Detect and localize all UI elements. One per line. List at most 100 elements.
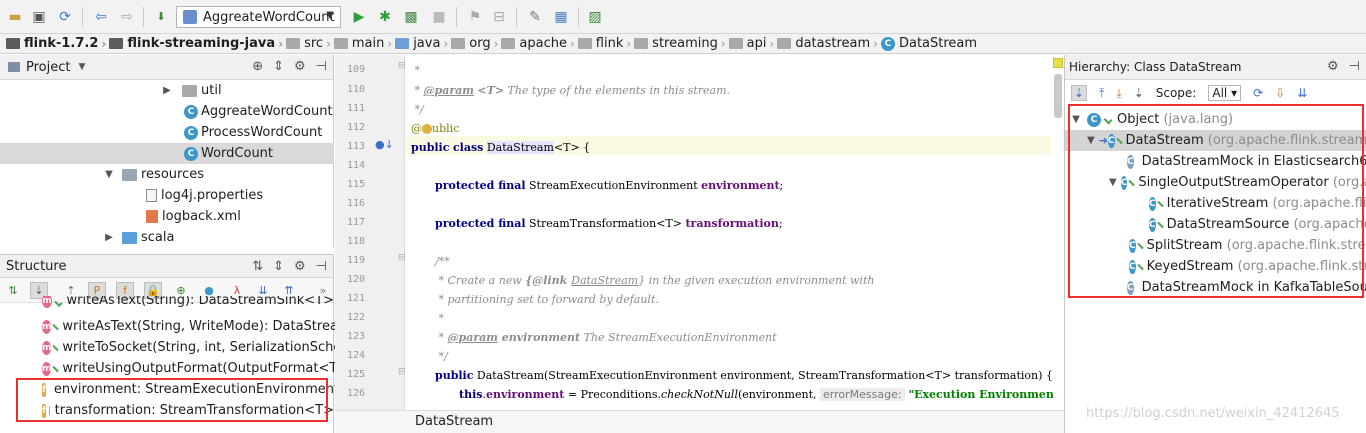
gear-icon[interactable]: ⚙ <box>1327 59 1339 74</box>
toolbar-separator <box>578 7 579 27</box>
project-structure-icon[interactable]: ⊟ <box>490 8 508 26</box>
hide-panel-icon[interactable]: ⊣ <box>1349 59 1360 74</box>
package-icon <box>777 38 792 49</box>
subtypes-icon[interactable]: ⤓ <box>1116 86 1121 101</box>
export-icon[interactable]: ⇩ <box>1275 86 1285 100</box>
back-icon[interactable]: ⇦ <box>92 8 110 26</box>
sdk-icon[interactable]: ▦ <box>552 8 570 26</box>
tree-item-class[interactable]: C ProcessWordCount <box>0 122 334 143</box>
locate-icon[interactable]: ⊕ <box>252 59 263 74</box>
chevron-down-icon[interactable]: ▼ <box>78 62 85 72</box>
breadcrumb-item[interactable]: flink-1.7.2 › <box>6 36 106 51</box>
structure-item[interactable]: m writeUsingOutputFormat(OutputFormat<T>… <box>0 358 497 379</box>
breadcrumb-item[interactable]: main › <box>333 36 392 51</box>
breadcrumb-item[interactable]: flink-streaming-java › <box>109 36 283 51</box>
tree-item-class[interactable]: C AggreateWordCount <box>0 101 334 122</box>
chevron-right-icon[interactable]: ▶ <box>160 85 174 96</box>
tree-item-file[interactable]: logback.xml <box>0 206 334 227</box>
type-hierarchy-icon[interactable]: ⇣ <box>1071 85 1088 101</box>
breadcrumb-item[interactable]: src › <box>286 36 331 51</box>
breadcrumb-separator-icon: › <box>493 36 499 51</box>
sort-alpha-icon[interactable]: ⇣ <box>1134 86 1144 100</box>
chevron-right-icon[interactable]: ▶ <box>102 232 116 243</box>
source-folder-icon <box>122 231 137 244</box>
sync-icon[interactable]: ⟳ <box>56 8 74 26</box>
breadcrumb-item[interactable]: flink › <box>577 36 631 51</box>
public-icon <box>52 365 60 372</box>
tree-item-scala[interactable]: ▶ scala <box>0 227 334 248</box>
forward-icon[interactable]: ⇨ <box>118 8 136 26</box>
expand-all-icon[interactable]: ⇊ <box>1297 86 1307 100</box>
gear-icon[interactable]: ⚙ <box>294 259 306 274</box>
fold-marker-icon[interactable]: ⊟ <box>398 253 406 263</box>
breadcrumb-item[interactable]: apache › <box>501 36 575 51</box>
package-icon <box>451 38 466 49</box>
supertypes-icon[interactable]: ⤒ <box>1099 86 1104 101</box>
breadcrumb-item[interactable]: java › <box>395 36 448 51</box>
module-folder-icon <box>6 38 20 49</box>
public-icon <box>52 344 60 351</box>
editor-scrollbar[interactable] <box>1054 74 1062 118</box>
implemented-gutter-icon[interactable]: ●↓ <box>375 138 394 151</box>
hide-panel-icon[interactable]: ⊣ <box>316 259 327 274</box>
fold-marker-icon[interactable]: ⊟ <box>398 61 406 71</box>
save-icon[interactable]: ▣ <box>30 8 48 26</box>
line-number: 121 <box>346 293 365 304</box>
code-line: * @param <T> The type of the elements in… <box>411 84 731 97</box>
structure-panel-header: Structure ⇅ ⇕ ⚙ ⊣ <box>0 255 333 278</box>
editor-footer-label[interactable]: DataStream <box>415 414 493 429</box>
code-line: this.environment = Preconditions.checkNo… <box>459 388 1054 401</box>
fold-marker-icon[interactable]: ⊟ <box>398 367 406 377</box>
vcs-icon[interactable]: ▨ <box>586 8 604 26</box>
ant-icon[interactable]: ⚑ <box>466 8 484 26</box>
tree-item-class-selected[interactable]: C WordCount <box>0 143 334 164</box>
run-icon[interactable]: ▶ <box>350 8 368 26</box>
breadcrumb-separator-icon: › <box>720 36 726 51</box>
line-number: 115 <box>346 179 365 190</box>
scope-select[interactable]: All ▾ <box>1208 85 1242 101</box>
tree-item-file[interactable]: log4j.properties <box>0 185 334 206</box>
stop-icon[interactable]: ■ <box>430 8 448 26</box>
editor-breadcrumb-footer[interactable]: DataStream <box>335 410 1064 433</box>
run-config-select[interactable]: AggreateWordCount ▼ <box>176 6 341 28</box>
breadcrumb-item[interactable]: C DataStream <box>880 36 977 51</box>
gear-icon[interactable]: ⚙ <box>294 59 306 74</box>
breadcrumb-item[interactable]: datastream › <box>777 36 878 51</box>
line-number: 126 <box>346 388 365 399</box>
breadcrumb-item[interactable]: org › <box>451 36 498 51</box>
hide-panel-icon[interactable]: ⊣ <box>316 59 327 74</box>
class-icon: C <box>880 36 895 51</box>
breadcrumb-item[interactable]: api › <box>728 36 774 51</box>
structure-item[interactable]: m writeToSocket(String, int, Serializati… <box>0 337 397 358</box>
refresh-icon[interactable]: ⟳ <box>1253 86 1263 100</box>
tree-item-util[interactable]: ▶ util <box>0 80 334 101</box>
coverage-icon[interactable]: ▩ <box>402 8 420 26</box>
module-folder-icon <box>109 38 124 49</box>
lightbulb-icon[interactable] <box>422 124 432 134</box>
chevron-down-icon[interactable]: ▼ <box>102 169 116 180</box>
class-icon: C <box>184 104 198 119</box>
line-number: 118 <box>346 236 365 247</box>
highlight-box-fields <box>16 378 328 422</box>
line-number: 111 <box>346 103 365 114</box>
debug-icon[interactable]: ✱ <box>376 8 394 26</box>
breadcrumb-item[interactable]: streaming › <box>634 36 726 51</box>
structure-item[interactable]: m writeAsText(String, WriteMode): DataSt… <box>0 316 408 337</box>
inspection-marker[interactable] <box>1053 58 1063 68</box>
settings-icon[interactable]: ✎ <box>526 8 544 26</box>
collapse-all-icon[interactable]: ⇕ <box>273 59 284 74</box>
expand-icon[interactable]: ⇅ <box>252 259 263 274</box>
code-line: public DataStream(StreamExecutionEnviron… <box>435 369 1053 382</box>
project-panel-title[interactable]: Project <box>26 60 70 75</box>
folder-icon <box>286 38 301 49</box>
line-number: 112 <box>346 122 365 133</box>
build-icon[interactable]: ⬇ <box>152 8 170 26</box>
collapse-all-icon[interactable]: ⇕ <box>273 259 284 274</box>
open-folder-icon[interactable]: ▬ <box>6 8 24 26</box>
breadcrumb-separator-icon: › <box>443 36 449 51</box>
tree-item-resources[interactable]: ▼ resources <box>0 164 334 185</box>
code-line: * <box>435 312 444 325</box>
structure-item[interactable]: m writeAsText(String): DataStreamSink<T> <box>0 296 334 308</box>
line-number: 119 <box>346 255 365 266</box>
toolbar-separator <box>82 7 83 27</box>
